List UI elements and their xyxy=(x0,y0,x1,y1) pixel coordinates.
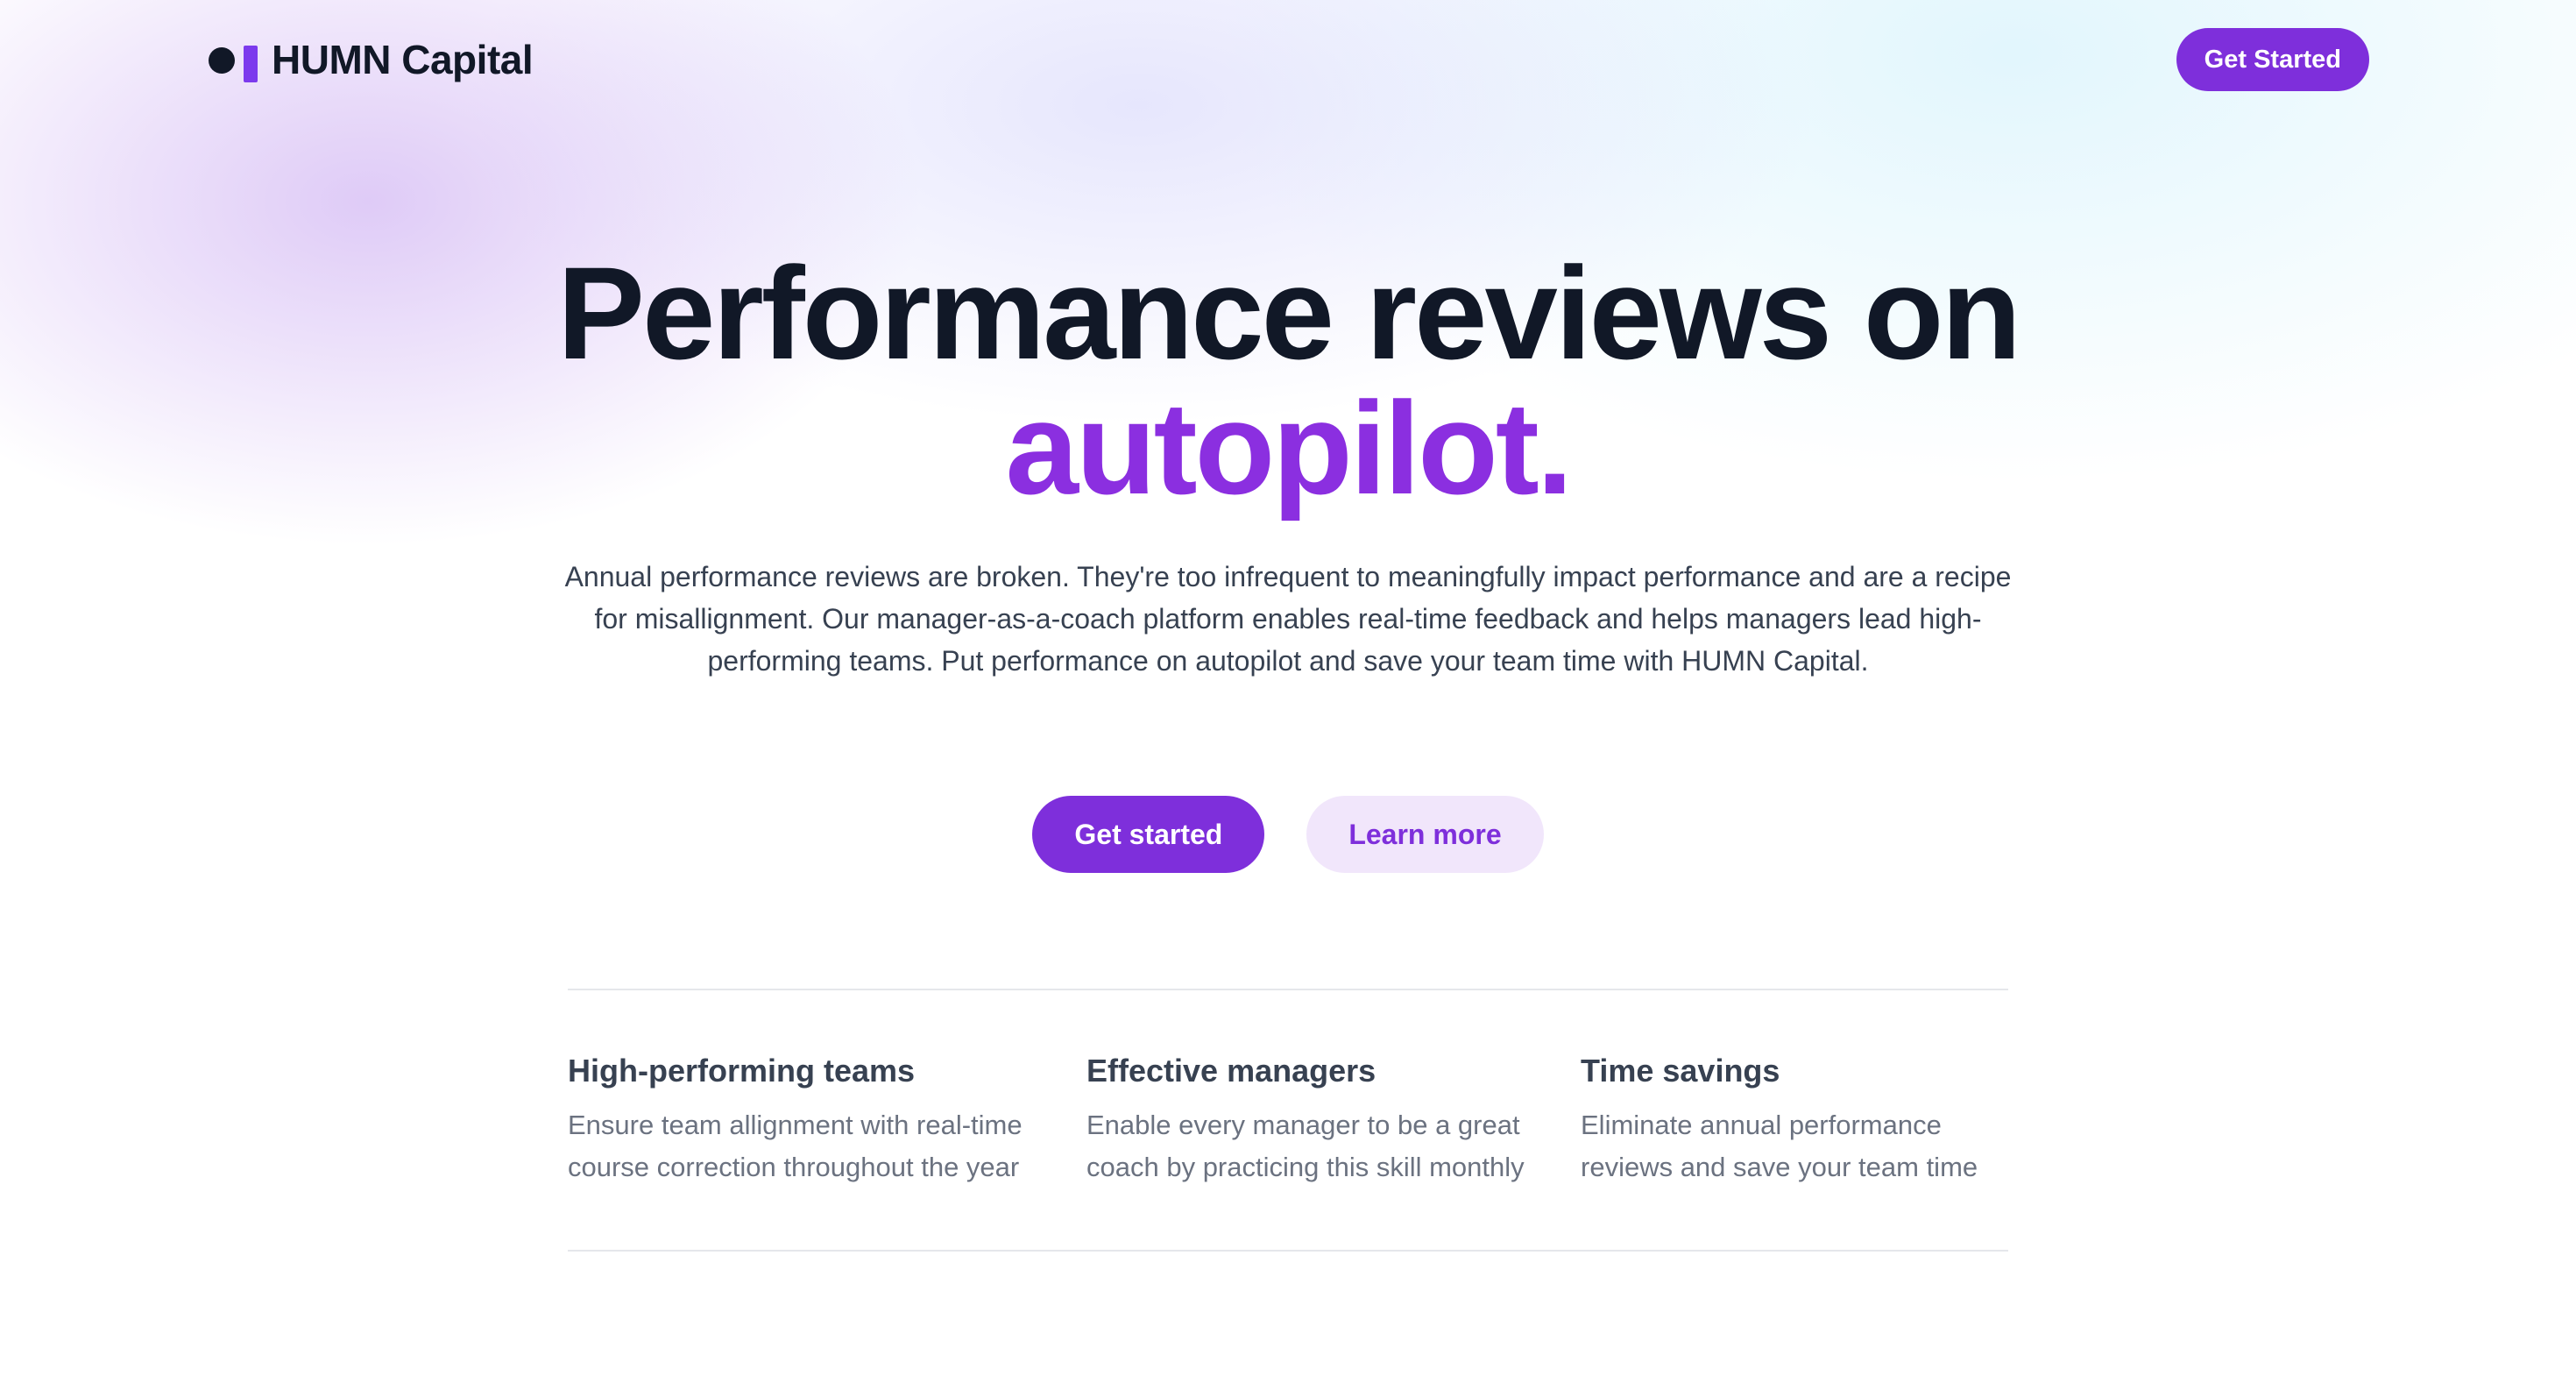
features-divider-bottom xyxy=(568,1250,2008,1252)
feature-time-savings: Time savings Eliminate annual performanc… xyxy=(1581,1046,2008,1188)
features-section: High-performing teams Ensure team allign… xyxy=(568,1046,2008,1222)
features-divider-top xyxy=(568,989,2008,990)
logo-mark-icon xyxy=(207,37,258,82)
header-get-started-button[interactable]: Get Started xyxy=(2176,28,2369,91)
logo-dot xyxy=(209,47,235,74)
logo-bar xyxy=(244,46,258,82)
hero-description: Annual performance reviews are broken. T… xyxy=(564,561,2012,677)
feature-text: Eliminate annual performance reviews and… xyxy=(1581,1110,1978,1182)
feature-effective-managers: Effective managers Enable every manager … xyxy=(1086,1046,1577,1188)
feature-text: Ensure team allignment with real-time co… xyxy=(568,1110,1023,1182)
logo[interactable]: HUMN Capital xyxy=(207,36,534,83)
landing-page: HUMN Capital Get Started Performance rev… xyxy=(0,0,2576,1383)
hero-title-main: Performance reviews on xyxy=(556,239,2021,387)
hero-title: Performance reviews on autopilot. xyxy=(0,245,2576,515)
feature-title: High-performing teams xyxy=(568,1053,916,1089)
feature-title: Time savings xyxy=(1581,1053,1780,1089)
hero-title-accent: autopilot. xyxy=(1005,374,1574,521)
logo-text: HUMN Capital xyxy=(272,37,534,82)
feature-high-performing-teams: High-performing teams Ensure team allign… xyxy=(568,1046,1076,1188)
learn-more-button[interactable]: Learn more xyxy=(1306,796,1544,873)
hero-cta-row: Get started Learn more xyxy=(0,796,2576,873)
feature-title: Effective managers xyxy=(1086,1053,1376,1089)
feature-text: Enable every manager to be a great coach… xyxy=(1086,1110,1525,1182)
site-header: HUMN Capital Get Started xyxy=(207,26,2369,93)
get-started-button[interactable]: Get started xyxy=(1032,796,1265,873)
hero-section: Performance reviews on autopilot. Annual… xyxy=(0,245,2576,873)
